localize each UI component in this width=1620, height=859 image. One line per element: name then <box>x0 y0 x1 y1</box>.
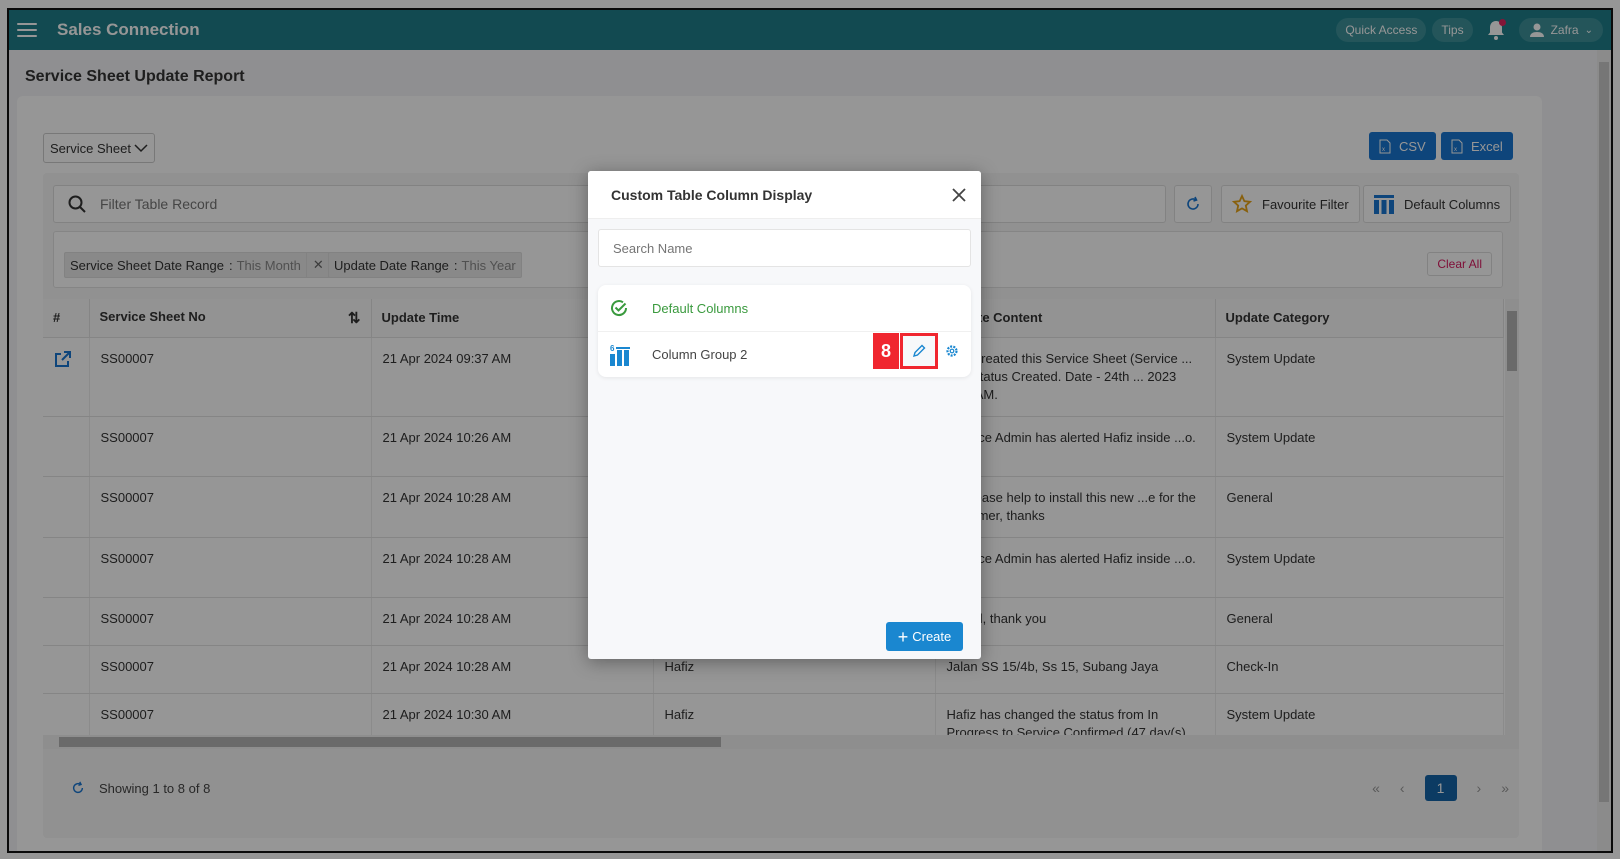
custom-column-display-modal: Custom Table Column Display Default Colu… <box>588 171 981 659</box>
edit-group-button[interactable] <box>900 333 938 369</box>
check-circle-icon <box>611 300 628 317</box>
column-group-list: Default Columns 6 Column Group 2 8 <box>598 285 971 377</box>
svg-text:6: 6 <box>610 344 615 353</box>
annotation-step-badge: 8 <box>873 333 899 369</box>
modal-title: Custom Table Column Display <box>611 186 813 203</box>
create-label: Create <box>912 629 952 644</box>
group-settings-button[interactable] <box>942 341 962 361</box>
column-count-icon: 6 <box>610 344 630 366</box>
gear-icon <box>946 345 958 357</box>
column-group-name: Default Columns <box>652 300 749 316</box>
pencil-icon <box>912 344 926 358</box>
plus-icon: + <box>897 626 909 647</box>
column-group-default[interactable]: Default Columns <box>598 285 971 331</box>
create-button[interactable]: + Create <box>886 622 963 651</box>
search-name-field[interactable] <box>598 229 971 267</box>
close-icon[interactable] <box>951 187 967 203</box>
column-group-name: Column Group 2 <box>652 347 748 362</box>
modal-header: Custom Table Column Display <box>588 171 981 219</box>
search-name-input[interactable] <box>613 240 953 256</box>
